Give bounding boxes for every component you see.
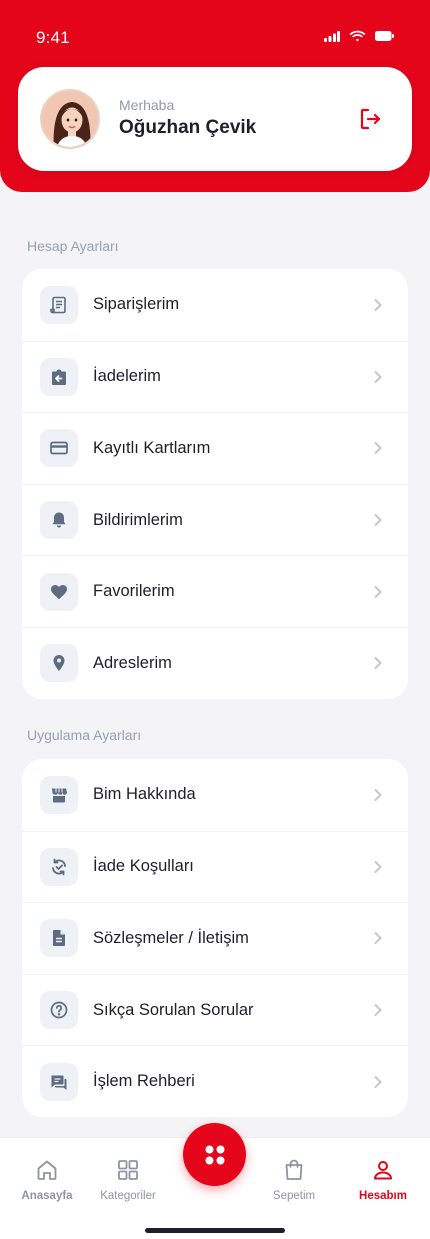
nav-label: Sepetim: [272, 1190, 316, 1202]
menu-item-agreements-contact[interactable]: Sözleşmeler / İletişim: [22, 902, 408, 974]
chevron-right-icon: [374, 442, 382, 455]
menu-item-label: Adreslerim: [93, 653, 172, 672]
profile-card: Merhaba Oğuzhan Çevik: [18, 67, 412, 171]
menu-item-faq[interactable]: Sıkça Sorulan Sorular: [22, 973, 408, 1046]
store-icon: [40, 775, 78, 814]
menu-item-about-bim[interactable]: Bim Hakkında: [22, 759, 408, 831]
account-section-title: Hesap Ayarları: [27, 238, 119, 254]
menu-item-label: Sıkça Sorulan Sorular: [93, 1000, 254, 1019]
return-box-icon: [40, 357, 78, 396]
chevron-right-icon: [374, 932, 382, 945]
app-section-title: Uygulama Ayarları: [27, 727, 142, 743]
heart-icon: [40, 572, 78, 611]
status-time: 9:41: [36, 28, 70, 47]
avatar[interactable]: [40, 89, 100, 149]
greeting-text: Merhaba: [119, 97, 175, 113]
chevron-right-icon: [374, 657, 382, 670]
help-circle-icon: [40, 991, 78, 1030]
home-indicator: [145, 1228, 285, 1233]
logout-icon: [360, 108, 381, 130]
nav-cart[interactable]: Sepetim: [254, 1158, 334, 1202]
user-name: Oğuzhan Çevik: [119, 117, 257, 138]
menu-item-notifications[interactable]: Bildirimlerim: [22, 483, 408, 556]
shopping-bag-icon: [285, 1159, 303, 1180]
home-icon: [37, 1160, 57, 1180]
menu-item-favorites[interactable]: Favorilerim: [22, 555, 408, 627]
menu-item-process-guide[interactable]: İşlem Rehberi: [22, 1045, 408, 1117]
nav-label: Anasayfa: [21, 1190, 73, 1202]
menu-item-label: Bim Hakkında: [93, 785, 196, 804]
menu-item-label: Sözleşmeler / İletişim: [93, 928, 249, 947]
status-bar: 9:41: [0, 0, 430, 76]
grid-icon: [118, 1160, 138, 1180]
nav-categories[interactable]: Kategoriler: [88, 1158, 168, 1202]
nav-account[interactable]: Hesabım: [343, 1158, 423, 1202]
dots-grid-icon: [205, 1145, 224, 1164]
center-action-button[interactable]: [183, 1123, 246, 1186]
menu-item-saved-cards[interactable]: Kayıtlı Kartlarım: [22, 412, 408, 484]
logout-button[interactable]: [358, 107, 382, 131]
battery-icon: [375, 31, 394, 41]
menu-item-addresses[interactable]: Adreslerim: [22, 626, 408, 699]
menu-item-label: İşlem Rehberi: [93, 1072, 195, 1091]
avatar-illustration-icon: [42, 91, 98, 147]
menu-item-label: İade Koşulları: [93, 857, 194, 876]
menu-item-label: İadelerim: [93, 367, 161, 386]
menu-item-returns[interactable]: İadelerim: [22, 340, 408, 413]
receipt-icon: [40, 285, 78, 324]
user-icon: [374, 1161, 392, 1180]
wifi-icon: [349, 30, 366, 42]
signal-icon: [324, 30, 340, 42]
chevron-right-icon: [374, 370, 382, 383]
chat-icon: [40, 1062, 78, 1101]
document-icon: [40, 919, 78, 958]
menu-item-orders[interactable]: Siparişlerim: [22, 269, 408, 341]
nav-label: Hesabım: [359, 1190, 407, 1202]
menu-item-label: Favorilerim: [93, 582, 175, 601]
chevron-right-icon: [374, 788, 382, 801]
chevron-right-icon: [374, 514, 382, 527]
nav-home[interactable]: Anasayfa: [7, 1158, 87, 1202]
status-icons: [324, 30, 394, 42]
bell-icon: [40, 501, 78, 540]
location-pin-icon: [40, 644, 78, 683]
refresh-check-icon: [40, 847, 78, 886]
menu-item-label: Bildirimlerim: [93, 510, 183, 529]
chevron-right-icon: [374, 298, 382, 311]
app-settings-card: Bim Hakkında İade Koşulları Sözleşmeler …: [22, 759, 408, 1117]
chevron-right-icon: [374, 585, 382, 598]
chevron-right-icon: [374, 1004, 382, 1017]
menu-item-label: Siparişlerim: [93, 295, 180, 314]
chevron-right-icon: [374, 860, 382, 873]
menu-item-return-terms[interactable]: İade Koşulları: [22, 830, 408, 903]
nav-label: Kategoriler: [100, 1190, 156, 1202]
chevron-right-icon: [374, 1075, 382, 1088]
menu-item-label: Kayıtlı Kartlarım: [93, 438, 211, 457]
account-settings-card: Siparişlerim İadelerim Kayıtlı Kartlarım…: [22, 269, 408, 699]
credit-card-icon: [40, 429, 78, 468]
